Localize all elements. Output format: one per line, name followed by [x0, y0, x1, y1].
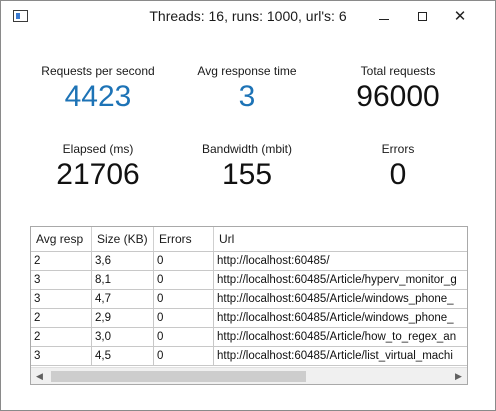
title-bar[interactable]: Threads: 16, runs: 1000, url's: 6 ✕: [1, 1, 495, 31]
minimize-icon: [379, 18, 389, 20]
stat-label: Requests per second: [41, 64, 155, 78]
column-header-url[interactable]: Url: [214, 227, 467, 251]
stat-label: Total requests: [360, 64, 436, 78]
column-header-errors[interactable]: Errors: [154, 227, 214, 251]
stat-errors: Errors 0: [323, 141, 473, 193]
cell-errors: 0: [154, 271, 214, 289]
cell-avg-resp: 3: [31, 290, 92, 308]
cell-errors: 0: [154, 347, 214, 365]
stat-value: 96000: [356, 80, 440, 113]
app-window: Threads: 16, runs: 1000, url's: 6 ✕ Requ…: [0, 0, 496, 411]
cell-url: http://localhost:60485/Article/list_virt…: [217, 350, 453, 362]
cell-url: http://localhost:60485/Article/windows_p…: [217, 293, 454, 305]
cell-size: 3,0: [92, 328, 154, 346]
cell-size: 2,9: [92, 309, 154, 327]
table-row[interactable]: 2 2,9 0 http://localhost:60485/Article/w…: [31, 309, 467, 328]
cell-size: 4,7: [92, 290, 154, 308]
scroll-left-icon[interactable]: ◀: [31, 368, 48, 384]
cell-errors: 0: [154, 252, 214, 270]
stat-value: 155: [221, 158, 273, 191]
cell-url: http://localhost:60485/: [217, 255, 330, 267]
stat-label: Bandwidth (mbit): [201, 142, 293, 156]
cell-avg-resp: 2: [31, 252, 92, 270]
stat-label: Elapsed (ms): [62, 142, 134, 156]
column-header-size[interactable]: Size (KB): [92, 227, 154, 251]
table-row[interactable]: 3 4,7 0 http://localhost:60485/Article/w…: [31, 290, 467, 309]
close-icon: ✕: [453, 8, 467, 25]
cell-size: 4,5: [92, 347, 154, 365]
stat-label: Avg response time: [197, 64, 297, 78]
cell-avg-resp: 2: [31, 309, 92, 327]
cell-errors: 0: [154, 290, 214, 308]
cell-avg-resp: 3: [31, 271, 92, 289]
maximize-button[interactable]: [405, 1, 439, 31]
stat-value: 0: [389, 158, 407, 191]
table-row[interactable]: 2 3,6 0 http://localhost:60485/: [31, 252, 467, 271]
close-button[interactable]: ✕: [443, 1, 477, 31]
cell-errors: 0: [154, 309, 214, 327]
stat-avg-response-time: Avg response time 3: [172, 63, 322, 115]
cell-size: 8,1: [92, 271, 154, 289]
stat-elapsed: Elapsed (ms) 21706: [23, 141, 173, 193]
table-row[interactable]: 3 4,5 0 http://localhost:60485/Article/l…: [31, 347, 467, 366]
maximize-icon: [417, 11, 427, 21]
stat-value: 3: [238, 80, 256, 113]
stat-value: 4423: [64, 80, 132, 113]
table-row[interactable]: 2 3,0 0 http://localhost:60485/Article/h…: [31, 328, 467, 347]
column-header-avg-resp[interactable]: Avg resp: [31, 227, 92, 251]
cell-size: 3,6: [92, 252, 154, 270]
stat-bandwidth: Bandwidth (mbit) 155: [172, 141, 322, 193]
horizontal-scrollbar[interactable]: ◀ ▶: [31, 367, 467, 384]
stat-requests-per-second: Requests per second 4423: [23, 63, 173, 115]
cell-avg-resp: 3: [31, 347, 92, 365]
results-grid[interactable]: Avg resp Size (KB) Errors Url 2 3,6 0 ht…: [30, 226, 468, 385]
stat-value: 21706: [56, 158, 140, 191]
cell-url: http://localhost:60485/Article/windows_p…: [217, 312, 454, 324]
stat-label: Errors: [381, 142, 415, 156]
cell-avg-resp: 2: [31, 328, 92, 346]
scroll-right-icon[interactable]: ▶: [450, 368, 467, 384]
scrollbar-thumb[interactable]: [51, 371, 306, 382]
table-row[interactable]: 3 8,1 0 http://localhost:60485/Article/h…: [31, 271, 467, 290]
cell-errors: 0: [154, 328, 214, 346]
cell-url: http://localhost:60485/Article/how_to_re…: [217, 331, 457, 343]
grid-header: Avg resp Size (KB) Errors Url: [31, 227, 467, 252]
cell-url: http://localhost:60485/Article/hyperv_mo…: [217, 274, 457, 286]
minimize-button[interactable]: [367, 1, 401, 31]
stat-total-requests: Total requests 96000: [323, 63, 473, 115]
